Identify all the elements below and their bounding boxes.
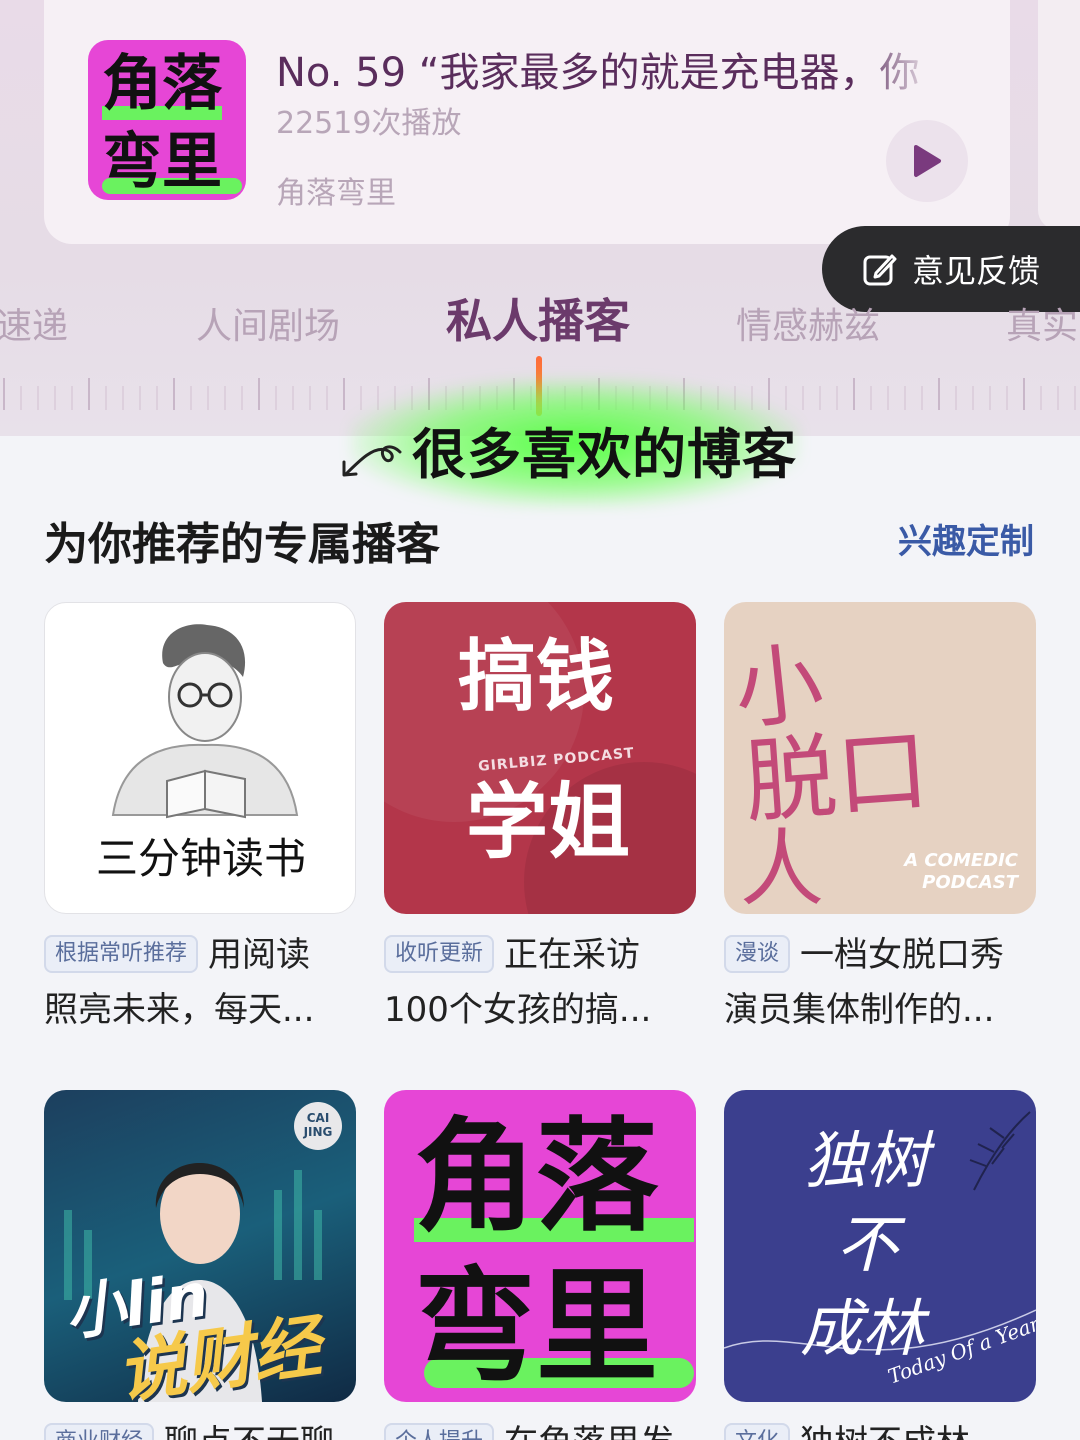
podcast-cover-title: 独树 xyxy=(804,1124,929,1197)
podcast-description[interactable]: 收听更新 正在采访 100个女孩的搞... xyxy=(384,928,704,1038)
podcast-cover-title: 搞钱 xyxy=(458,632,615,722)
interest-customize-link[interactable]: 兴趣定制 xyxy=(898,514,1034,563)
cover-text-line: 弯里 xyxy=(102,127,222,197)
podcast-description[interactable]: 根据常听推荐 用阅读 照亮未来，每天... xyxy=(44,928,364,1038)
next-episode-card-peek[interactable] xyxy=(1038,0,1080,230)
podcast-tile-finance[interactable]: CAI JING 小lin 说财经 xyxy=(44,1090,356,1402)
podcast-description[interactable]: 商业财经聊点不无聊 xyxy=(44,1416,364,1440)
desc-line: 照亮未来，每天... xyxy=(44,990,315,1030)
badge-line: CAI xyxy=(306,1111,330,1125)
recommend-tag: 收听更新 xyxy=(384,935,495,973)
section-title: 为你推荐的专属播客 xyxy=(44,519,440,570)
recommend-tag: 个人提升 xyxy=(384,1423,495,1440)
podcast-cover-title: 三分钟读书 xyxy=(95,834,306,883)
edit-icon xyxy=(863,254,897,286)
podcast-cover-title: 角落 xyxy=(414,1106,658,1248)
podcast-cover-title: 弯里 xyxy=(414,1256,658,1398)
recommend-tag: 文化 xyxy=(724,1423,791,1440)
podcast-description[interactable]: 文化独树不成林 xyxy=(724,1416,1044,1440)
now-playing-author[interactable]: 角落弯里 xyxy=(276,168,396,212)
curly-arrow-icon xyxy=(342,445,402,477)
desc-line: 一档女脱口秀 xyxy=(800,935,1005,975)
category-tabs: 速递 人间剧场 私人播客 情感赫兹 真实 xyxy=(0,285,1080,355)
tab-emotion-hertz[interactable]: 情感赫兹 xyxy=(736,297,880,349)
podcast-tile-corner[interactable]: 角落 弯里 xyxy=(384,1090,696,1402)
recommend-tag: 根据常听推荐 xyxy=(44,935,199,973)
cover-text-line: 角落 xyxy=(102,49,222,119)
play-button[interactable] xyxy=(886,120,968,202)
desc-line: 聊点不无聊 xyxy=(164,1423,334,1440)
desc-line: 在角落里发 xyxy=(504,1423,674,1440)
podcast-cover-title: 成林 xyxy=(800,1292,925,1365)
podcast-cover-title: 不 xyxy=(836,1208,899,1281)
desc-line: 用阅读 xyxy=(208,935,311,975)
desc-line: 演员集体制作的... xyxy=(724,990,995,1030)
podcast-tile-girlbiz[interactable]: 搞钱 GIRLBIZ PODCAST 学姐 xyxy=(384,602,696,914)
tab-private-podcast[interactable]: 私人播客 xyxy=(446,285,630,351)
now-playing-play-count: 22519次播放 xyxy=(276,106,462,141)
podcast-cover-title: 人 xyxy=(740,820,825,914)
desc-line: 100个女孩的搞... xyxy=(384,990,652,1030)
cover-subtitle-line: PODCAST xyxy=(922,872,1018,893)
desc-line: 正在采访 xyxy=(504,935,641,975)
recommend-tag: 商业财经 xyxy=(44,1423,155,1440)
annotation-text: 很多喜欢的博客 xyxy=(412,423,797,486)
podcast-cover-subtitle: A COMEDIC PODCAST xyxy=(904,850,1018,894)
podcast-tile-reading[interactable]: 三分钟读书 xyxy=(44,602,356,914)
cover-subtitle-line: A COMEDIC xyxy=(904,850,1018,871)
recommend-tag: 漫谈 xyxy=(724,935,791,973)
now-playing-cover[interactable]: 角落 弯里 xyxy=(88,40,246,200)
podcast-description[interactable]: 个人提升在角落里发 xyxy=(384,1416,704,1440)
tab-human-theater[interactable]: 人间剧场 xyxy=(196,297,340,349)
podcast-tile-lone-tree[interactable]: 独树 不 成林 Today Of a Year xyxy=(724,1090,1036,1402)
tab-real[interactable]: 真实 xyxy=(1006,297,1078,349)
podcast-description[interactable]: 漫谈 一档女脱口秀 演员集体制作的... xyxy=(724,928,1044,1038)
finance-badge: CAI JING xyxy=(294,1102,342,1150)
badge-line: JING xyxy=(303,1125,333,1139)
play-icon xyxy=(914,145,941,177)
desc-line: 独树不成林 xyxy=(800,1423,970,1440)
now-playing-title[interactable]: No. 59 “我家最多的就是充电器，你 xyxy=(276,40,936,90)
tab-express[interactable]: 速递 xyxy=(0,297,68,349)
man-reading-illustration xyxy=(111,624,299,819)
podcast-tile-comedy[interactable]: 小 脱口 人 A COMEDIC PODCAST xyxy=(724,602,1036,914)
podcast-cover-title: 学姐 xyxy=(466,775,631,870)
